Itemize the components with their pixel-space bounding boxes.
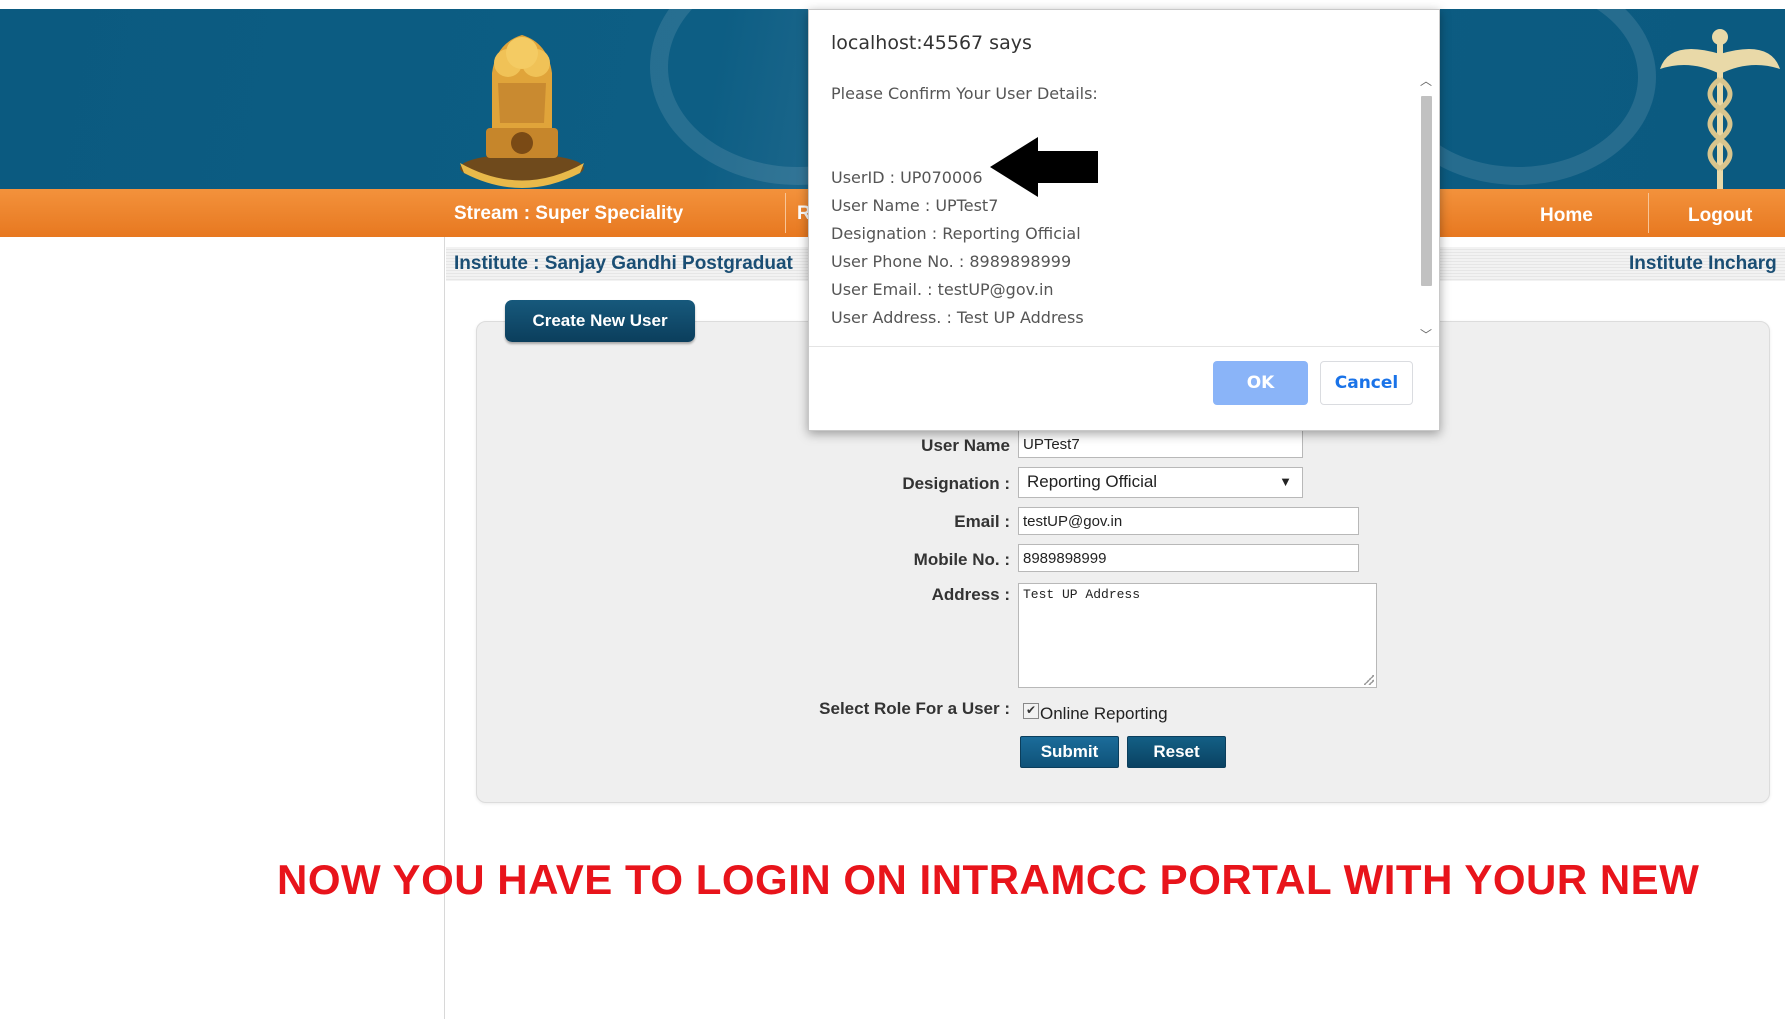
nav-stream[interactable]: Stream : Super Speciality bbox=[454, 203, 683, 225]
nav-divider bbox=[785, 193, 786, 233]
dialog-designation: Designation : Reporting Official bbox=[831, 224, 1081, 243]
resize-grip-icon[interactable] bbox=[1364, 675, 1374, 685]
instruction-banner: NOW YOU HAVE TO LOGIN ON INTRAMCC PORTAL… bbox=[277, 856, 1700, 903]
scroll-down-icon[interactable]: ﹀ bbox=[1416, 327, 1436, 343]
ok-button[interactable]: OK bbox=[1213, 361, 1308, 405]
pointer-arrow-icon bbox=[990, 137, 1098, 197]
create-new-user-tab[interactable]: Create New User bbox=[505, 300, 695, 342]
mobile-field[interactable]: 8989898999 bbox=[1018, 544, 1359, 572]
address-label: Address : bbox=[931, 585, 1010, 604]
dialog-scrollbar[interactable]: ︿ ﹀ bbox=[1416, 70, 1436, 346]
dialog-phone: User Phone No. : 8989898999 bbox=[831, 252, 1072, 271]
username-label: User Name bbox=[921, 436, 1010, 455]
online-reporting-checkbox[interactable]: ✔ bbox=[1023, 703, 1039, 719]
email-field[interactable]: testUP@gov.in bbox=[1018, 507, 1359, 535]
caduceus-icon bbox=[1660, 29, 1780, 189]
designation-select[interactable]: Reporting Official ▼ bbox=[1018, 467, 1303, 498]
dialog-username: User Name : UPTest7 bbox=[831, 196, 999, 215]
nav-home[interactable]: Home bbox=[1540, 205, 1593, 227]
dialog-intro: Please Confirm Your User Details: bbox=[831, 84, 1098, 103]
nav-logout[interactable]: Logout bbox=[1688, 205, 1752, 227]
dialog-address: User Address. : Test UP Address bbox=[831, 308, 1084, 327]
nav-divider bbox=[1648, 193, 1649, 233]
online-reporting-label[interactable]: Online Reporting bbox=[1040, 704, 1168, 724]
chevron-down-icon: ▼ bbox=[1279, 474, 1292, 489]
designation-value: Reporting Official bbox=[1027, 472, 1158, 491]
submit-button[interactable]: Submit bbox=[1020, 736, 1119, 768]
dialog-title: localhost:45567 says bbox=[831, 32, 1032, 54]
reset-button[interactable]: Reset bbox=[1127, 736, 1226, 768]
email-label: Email : bbox=[954, 512, 1010, 531]
institute-name: Institute : Sanjay Gandhi Postgraduat bbox=[454, 253, 793, 274]
address-textarea[interactable]: Test UP Address bbox=[1018, 583, 1377, 688]
scrollbar-thumb[interactable] bbox=[1421, 96, 1432, 286]
dialog-email: User Email. : testUP@gov.in bbox=[831, 280, 1054, 299]
designation-label: Designation : bbox=[902, 474, 1010, 493]
scroll-up-icon[interactable]: ︿ bbox=[1416, 73, 1436, 89]
institute-incharge: Institute Incharg bbox=[1629, 253, 1777, 274]
state-emblem-icon bbox=[460, 35, 584, 188]
address-value: Test UP Address bbox=[1023, 587, 1141, 602]
role-label: Select Role For a User : bbox=[819, 699, 1010, 718]
confirm-dialog: localhost:45567 says Please Confirm Your… bbox=[808, 9, 1440, 431]
mobile-label: Mobile No. : bbox=[913, 550, 1010, 569]
dialog-message[interactable]: Please Confirm Your User Details: UserID… bbox=[809, 70, 1439, 347]
dialog-userid: UserID : UP070006 bbox=[831, 168, 983, 187]
top-strip bbox=[0, 0, 1785, 9]
cancel-button[interactable]: Cancel bbox=[1320, 361, 1413, 405]
username-field[interactable]: UPTest7 bbox=[1018, 430, 1303, 458]
